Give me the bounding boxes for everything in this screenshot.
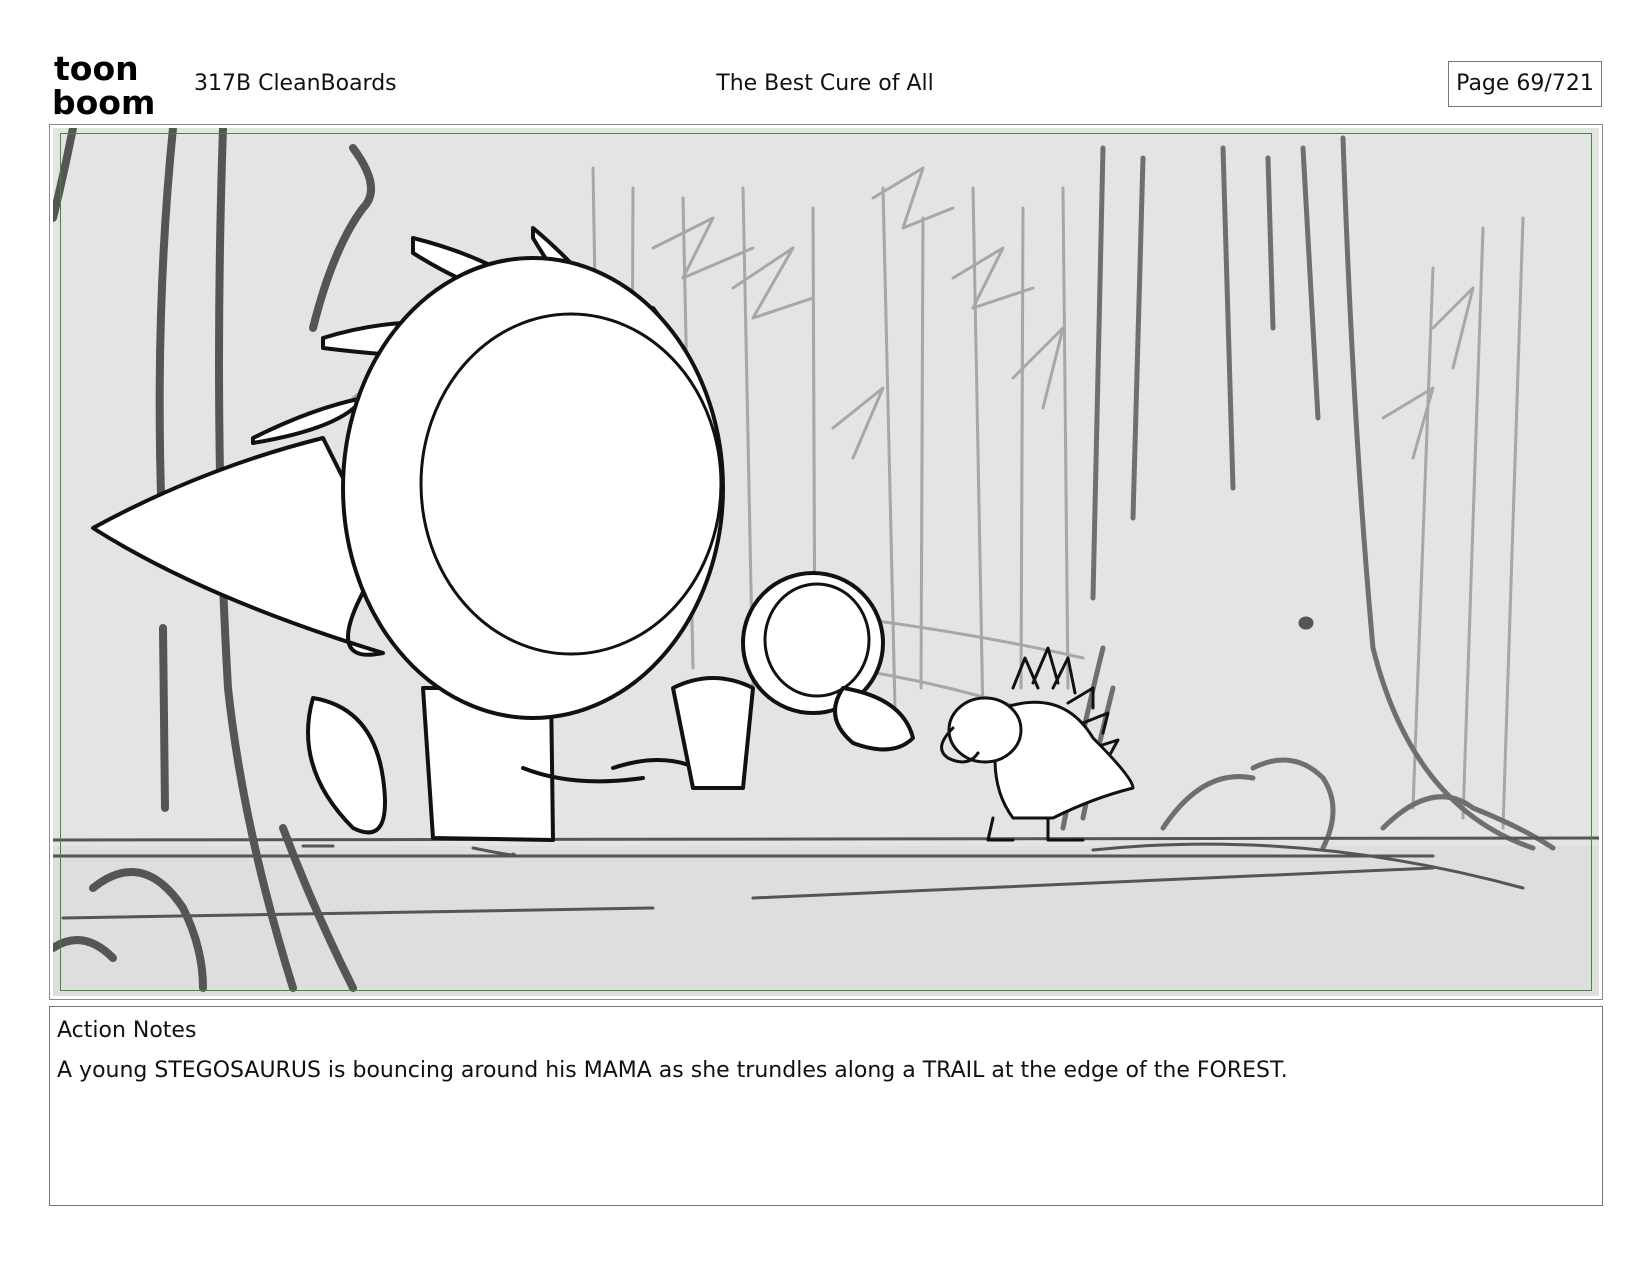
storyboard-drawing [53,128,1599,996]
storyboard-panel [49,124,1603,1000]
action-notes-text: A young STEGOSAURUS is bouncing around h… [57,1058,1288,1083]
action-notes-heading: Action Notes [57,1018,197,1043]
action-notes-box: Action Notes A young STEGOSAURUS is boun… [49,1006,1603,1206]
page-number-box: Page 69/721 [1448,61,1602,107]
document-title: The Best Cure of All [716,71,934,96]
